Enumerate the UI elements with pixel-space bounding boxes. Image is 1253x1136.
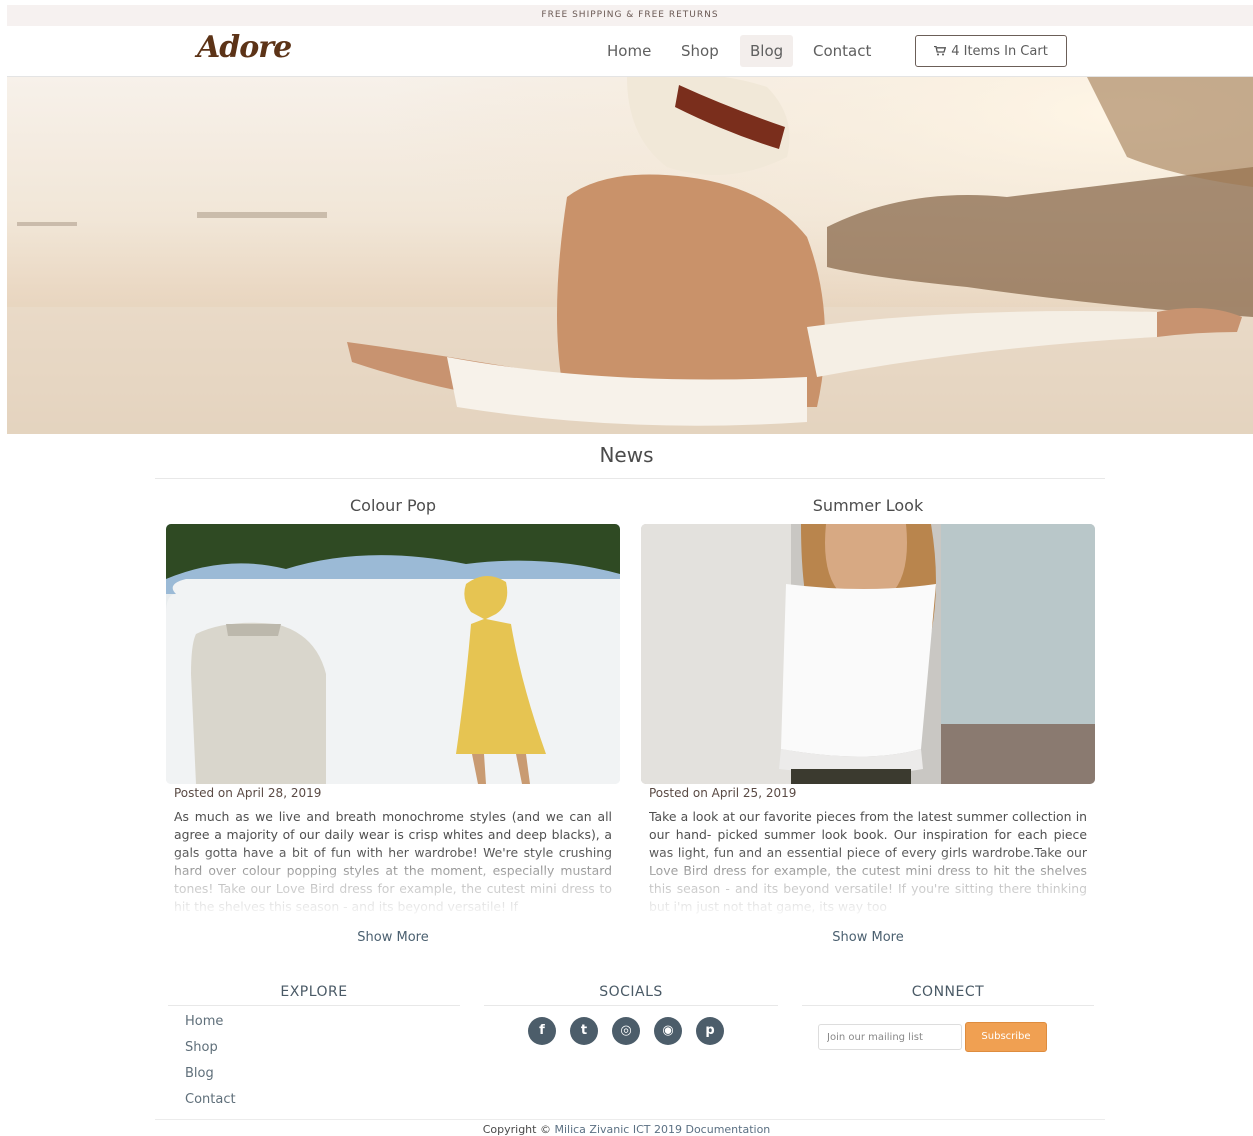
documentation-link[interactable]: Documentation [685, 1123, 770, 1136]
pinterest-icon[interactable]: p [696, 1017, 724, 1045]
subscribe-button[interactable]: Subscribe [965, 1022, 1047, 1052]
show-more-button[interactable]: Show More [641, 930, 1095, 945]
footer-link-contact[interactable]: Contact [185, 1092, 236, 1107]
snapchat-icon[interactable]: ◉ [654, 1017, 682, 1045]
footer-divider [168, 1005, 460, 1006]
post-title-colour-pop[interactable]: Colour Pop [166, 496, 620, 515]
footer-socials-heading: SOCIALS [599, 984, 663, 1000]
footer-explore-heading: EXPLORE [280, 984, 348, 1000]
nav-item-blog[interactable]: Blog [740, 35, 794, 67]
footer-divider [484, 1005, 778, 1006]
shipping-banner: FREE SHIPPING & FREE RETURNS [7, 5, 1253, 26]
brand-logo[interactable]: Adore [197, 30, 292, 65]
nav-item-contact[interactable]: Contact [803, 35, 881, 67]
show-more-button[interactable]: Show More [166, 930, 620, 945]
twitter-icon[interactable]: t [570, 1017, 598, 1045]
copyright-prefix: Copyright © [482, 1123, 551, 1136]
post-title-summer-look[interactable]: Summer Look [641, 496, 1095, 515]
post-excerpt-fade [641, 850, 1095, 920]
post-date: Posted on April 25, 2019 [649, 786, 797, 800]
cart-label: 4 Items In Cart [951, 43, 1048, 59]
footer-link-home[interactable]: Home [185, 1014, 223, 1029]
hero-image [7, 77, 1253, 434]
news-heading: News [599, 443, 654, 467]
mailing-list-input[interactable] [818, 1024, 962, 1050]
footer-connect-heading: CONNECT [911, 984, 985, 1000]
post-date: Posted on April 28, 2019 [174, 786, 322, 800]
instagram-icon[interactable]: ◎ [612, 1017, 640, 1045]
author-link[interactable]: Milica Zivanic ICT 2019 [554, 1123, 682, 1136]
news-divider [155, 478, 1105, 479]
post-image-colour-pop[interactable] [166, 524, 620, 784]
copyright: Copyright © Milica Zivanic ICT 2019 Docu… [0, 1123, 1253, 1136]
footer-link-blog[interactable]: Blog [185, 1066, 214, 1081]
post-excerpt-fade [166, 850, 620, 920]
facebook-icon[interactable]: f [528, 1017, 556, 1045]
navbar: Adore Home Shop Blog Contact 4 Items In … [7, 26, 1253, 77]
nav-item-home[interactable]: Home [597, 35, 661, 67]
footer-divider [802, 1005, 1094, 1006]
cart-button[interactable]: 4 Items In Cart [915, 35, 1067, 67]
footer-link-shop[interactable]: Shop [185, 1040, 218, 1055]
shopping-cart-icon [934, 46, 947, 56]
post-image-summer-look[interactable] [641, 524, 1095, 784]
nav-item-shop[interactable]: Shop [671, 35, 729, 67]
footer-bottom-divider [155, 1119, 1105, 1120]
